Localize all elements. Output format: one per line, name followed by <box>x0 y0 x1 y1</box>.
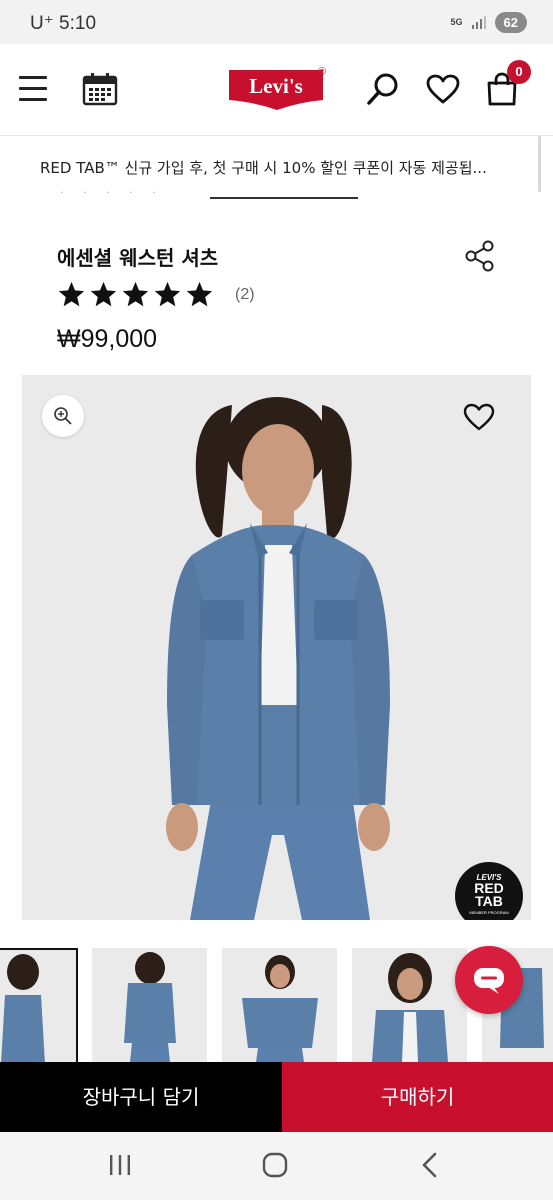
logo-registered-mark: ® <box>318 66 326 78</box>
badge-name-line2: TAB <box>475 893 503 909</box>
logo-text: Levi's <box>249 74 303 98</box>
status-indicators: 5G 62 <box>451 12 527 33</box>
thumbnail-image <box>1 954 45 1062</box>
badge-sub: MEMBER PROGRAM <box>469 910 509 915</box>
thumbnail-image <box>124 952 176 1062</box>
breadcrumb-hidden-text: · · · · · <box>60 190 164 199</box>
thumbnail-image <box>372 953 448 1062</box>
status-bar: U⁺ 5:10 5G 62 <box>0 0 553 44</box>
rating-row[interactable]: (2) <box>57 280 255 309</box>
app-header: Levi's ® 0 <box>0 44 553 136</box>
star-icon <box>58 281 85 307</box>
hamburger-icon[interactable] <box>19 76 47 101</box>
promo-banner[interactable]: RED TAB™ 신규 가입 후, 첫 구매 시 10% 할인 쿠폰이 자동 제… <box>0 137 553 195</box>
star-icon <box>90 281 117 307</box>
review-count[interactable]: (2) <box>235 286 255 304</box>
share-icon[interactable] <box>465 240 495 272</box>
home-icon[interactable] <box>262 1152 288 1178</box>
promo-text: RED TAB™ 신규 가입 후, 첫 구매 시 10% 할인 쿠폰이 자동 제… <box>40 159 487 177</box>
star-icon <box>186 281 213 307</box>
star-icon <box>122 281 149 307</box>
zoom-in-icon <box>54 407 72 425</box>
product-main-image[interactable]: LEVI'S RED TAB MEMBER PROGRAM <box>22 375 531 920</box>
product-title: 에센셜 웨스턴 셔츠 <box>57 246 219 270</box>
add-to-cart-button[interactable]: 장바구니 담기 <box>0 1062 282 1132</box>
recent-apps-icon[interactable] <box>108 1154 132 1176</box>
breadcrumb-underline <box>210 197 358 199</box>
scrollbar <box>538 136 541 192</box>
system-nav-bar <box>0 1132 553 1200</box>
zoom-button[interactable] <box>42 395 84 437</box>
thumbnail-2[interactable] <box>92 948 207 1062</box>
thumbnail-image <box>242 955 318 1062</box>
buy-now-button[interactable]: 구매하기 <box>282 1062 553 1132</box>
status-carrier-time: U⁺ 5:10 <box>30 13 97 34</box>
search-icon[interactable] <box>366 72 400 106</box>
levis-logo[interactable]: Levi's ® <box>228 66 328 112</box>
cart-count-badge: 0 <box>507 60 531 84</box>
thumbnail-3[interactable] <box>222 948 337 1062</box>
signal-icon <box>471 15 486 29</box>
network-type: 5G <box>450 17 463 27</box>
wishlist-heart-icon[interactable] <box>463 403 495 431</box>
breadcrumb-partial: · · · · · <box>60 190 360 202</box>
back-icon[interactable] <box>420 1152 440 1178</box>
calendar-icon[interactable] <box>82 72 118 106</box>
battery-level: 62 <box>494 12 527 33</box>
model-photo <box>166 397 390 920</box>
chat-button[interactable] <box>455 946 523 1014</box>
badge-name: RED TAB <box>455 881 523 909</box>
product-price: ₩99,000 <box>57 325 158 353</box>
chat-bubble-icon <box>474 968 504 994</box>
star-icon <box>154 281 181 307</box>
heart-icon[interactable] <box>426 74 460 104</box>
thumbnail-4[interactable] <box>352 948 467 1062</box>
thumbnail-1[interactable] <box>0 948 78 1062</box>
